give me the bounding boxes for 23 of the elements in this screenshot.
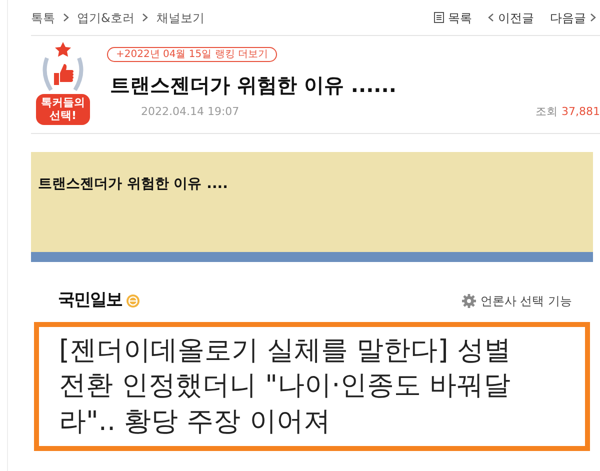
badge-label: 톡커들의 선택! — [36, 94, 90, 126]
news-headline: [젠더이데올로기 실체를 말한다] 성별 전환 인정했더니 "나이·인종도 바꿔달라".. 황당 주장 이어져 — [59, 334, 512, 440]
list-link[interactable]: 목록 — [434, 8, 472, 26]
publisher-setting-label: 언론사 선택 기능 — [480, 292, 572, 310]
banner-text: 트랜스젠더가 위험한 이유 .... — [38, 176, 228, 192]
breadcrumb-link[interactable]: 채널보기 — [156, 8, 204, 26]
chevron-left-icon — [488, 13, 494, 22]
breadcrumb-link[interactable]: 엽기&호러 — [77, 8, 134, 26]
views-label: 조회 — [536, 104, 558, 120]
post-date: 2022.04.14 19:07 — [141, 104, 240, 120]
ranking-link[interactable]: +2022년 04월 15일 랭킹 더보기 — [107, 47, 277, 62]
breadcrumb-link[interactable]: 톡톡 — [31, 8, 55, 26]
views-count: 37,881 — [562, 104, 600, 120]
chevron-right-icon — [63, 13, 69, 22]
list-icon — [434, 12, 444, 23]
prev-link[interactable]: 이전글 — [488, 8, 534, 26]
next-link[interactable]: 다음글 — [550, 8, 596, 26]
gear-icon — [462, 294, 476, 308]
chevron-right-icon — [142, 13, 148, 22]
post-title: 트랜스젠더가 위험한 이유 ...... — [110, 72, 398, 99]
publisher-logo-icon — [126, 294, 140, 308]
chevron-right-icon — [590, 13, 596, 22]
publisher-name: 국민일보 — [58, 289, 122, 312]
